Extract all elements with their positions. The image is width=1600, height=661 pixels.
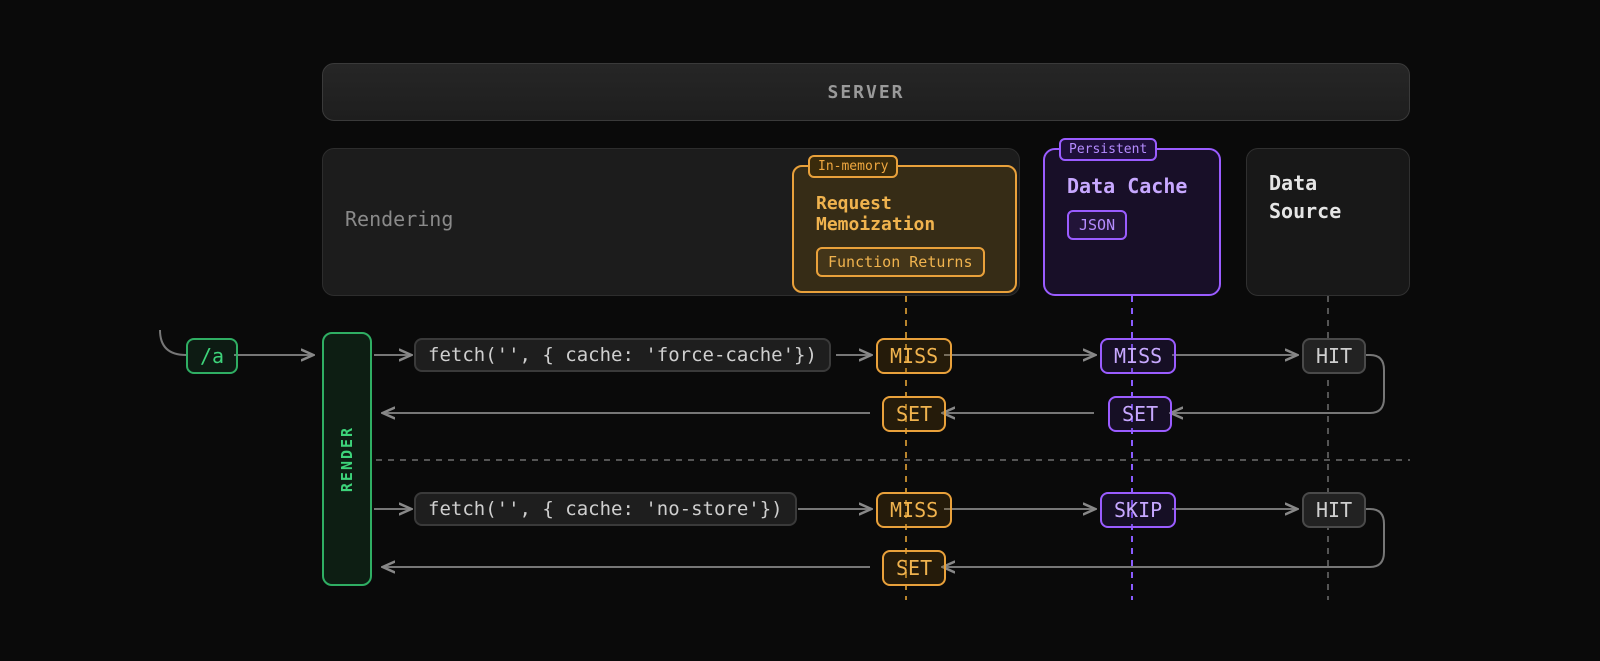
source-result-1: HIT	[1302, 338, 1366, 374]
memo-tag: In-memory	[808, 155, 898, 178]
memo-set-2: SET	[882, 550, 946, 586]
cache-set-1: SET	[1108, 396, 1172, 432]
cache-result-2: SKIP	[1100, 492, 1176, 528]
fetch-code-1: fetch('', { cache: 'force-cache'})	[414, 338, 831, 372]
source-result-2: HIT	[1302, 492, 1366, 528]
datacache-tag: Persistent	[1059, 138, 1157, 161]
datasource-title-2: Source	[1269, 199, 1341, 223]
fetch-code-2: fetch('', { cache: 'no-store'})	[414, 492, 797, 526]
server-header: SERVER	[322, 63, 1410, 121]
route-badge: /a	[186, 338, 238, 374]
datacache-chip: JSON	[1067, 210, 1127, 240]
render-box: RENDER	[322, 332, 372, 586]
data-cache-panel: Persistent Data Cache JSON	[1043, 148, 1221, 296]
server-label: SERVER	[827, 82, 904, 103]
memo-sub-chip: Function Returns	[816, 247, 985, 277]
cache-result-1: MISS	[1100, 338, 1176, 374]
request-memoization-panel: In-memory Request Memoization Function R…	[792, 165, 1017, 293]
datasource-title-1: Data	[1269, 171, 1317, 195]
memo-result-1: MISS	[876, 338, 952, 374]
memo-result-2: MISS	[876, 492, 952, 528]
datacache-title: Data Cache	[1067, 174, 1197, 198]
memo-set-1: SET	[882, 396, 946, 432]
data-source-panel: Data Source	[1246, 148, 1410, 296]
render-label: RENDER	[338, 426, 356, 492]
memo-title: Request Memoization	[816, 193, 993, 235]
